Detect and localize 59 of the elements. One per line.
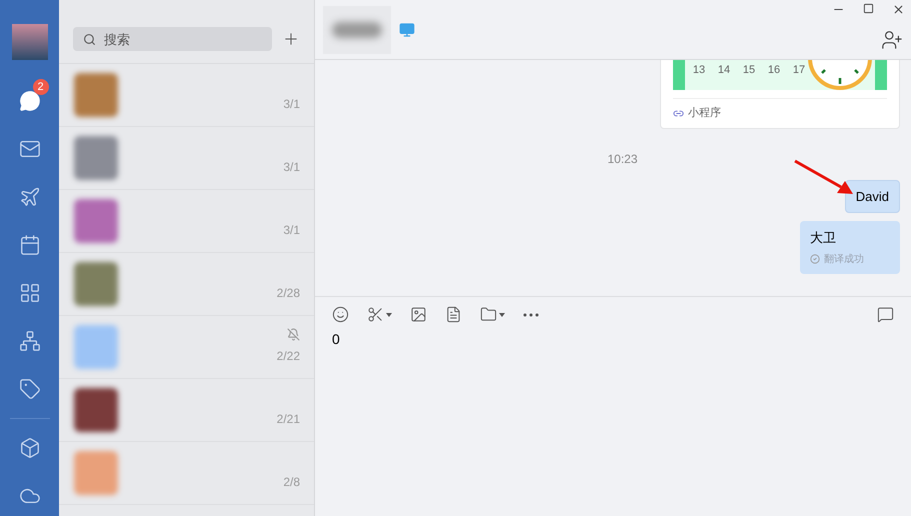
- translated-text: 大卫: [810, 229, 837, 247]
- mini-program-card[interactable]: 13 14 15 16 17 小程序: [660, 60, 900, 128]
- chat-date: 2/28: [276, 285, 300, 302]
- translation-status: 翻译成功: [824, 252, 864, 266]
- chat-list-item[interactable]: 3/1: [59, 126, 314, 190]
- folder-icon: [480, 306, 497, 323]
- search-field[interactable]: 搜索: [73, 27, 272, 51]
- chat-date: 3/1: [283, 96, 300, 113]
- avatar-photo-placeholder[interactable]: [12, 24, 48, 60]
- scissors-button[interactable]: [367, 306, 392, 323]
- plane-icon: [18, 186, 40, 208]
- chat-date: 2/8: [283, 474, 300, 491]
- chat-date: 3/1: [283, 222, 300, 239]
- image-icon: [410, 306, 427, 323]
- cube-icon: [18, 437, 40, 459]
- search-icon: [83, 33, 96, 46]
- close-icon[interactable]: [892, 3, 905, 16]
- caret-icon: [499, 312, 505, 316]
- chat-list-item[interactable]: 3/1: [59, 64, 314, 126]
- emoji-icon: [332, 306, 349, 323]
- message-bubble: David: [844, 180, 900, 213]
- more-icon: [523, 312, 539, 316]
- chat-list-item[interactable]: 2/28: [59, 252, 314, 316]
- calendar-day: 15: [741, 60, 757, 80]
- contact-name-placeholder: [323, 6, 391, 54]
- add-member-icon[interactable]: [881, 28, 903, 50]
- scissors-icon: [367, 306, 384, 323]
- org-chart-icon: [18, 330, 40, 352]
- message-time: 10:23: [607, 150, 638, 168]
- image-button[interactable]: [410, 306, 427, 323]
- mini-program-label: 小程序: [688, 106, 721, 121]
- document-icon: [445, 306, 462, 323]
- chat-list-item[interactable]: 2/22: [59, 316, 314, 378]
- calendar-day: 16: [766, 60, 782, 80]
- chat-date: 3/1: [283, 159, 300, 176]
- chat-history-icon[interactable]: [877, 306, 894, 323]
- check-icon: [810, 254, 820, 264]
- envelope-icon: [18, 138, 40, 160]
- chat-list-item[interactable]: 2/21: [59, 378, 314, 442]
- emoji-button[interactable]: [332, 306, 349, 323]
- chat-date: 2/22: [276, 348, 300, 365]
- calendar-day: 17: [791, 60, 807, 80]
- caret-icon: [386, 312, 392, 316]
- chat-date: 2/21: [276, 411, 300, 428]
- chat-bubble-icon: [18, 90, 40, 112]
- grid-icon: [18, 282, 40, 304]
- monitor-icon: [399, 22, 415, 38]
- more-button[interactable]: [523, 312, 539, 316]
- unread-badge: 2: [32, 79, 48, 95]
- maximize-icon[interactable]: [863, 3, 874, 14]
- calendar-day: 13: [691, 60, 707, 80]
- calendar-icon: [18, 234, 40, 256]
- folder-button[interactable]: [480, 306, 505, 323]
- document-button[interactable]: [445, 306, 462, 323]
- tag-icon: [18, 378, 40, 400]
- chat-list-item[interactable]: 2/8: [59, 442, 314, 504]
- chat-list-item[interactable]: 3/1: [59, 190, 314, 252]
- calendar-day: 14: [716, 60, 732, 80]
- message-input-field[interactable]: 0: [332, 329, 894, 350]
